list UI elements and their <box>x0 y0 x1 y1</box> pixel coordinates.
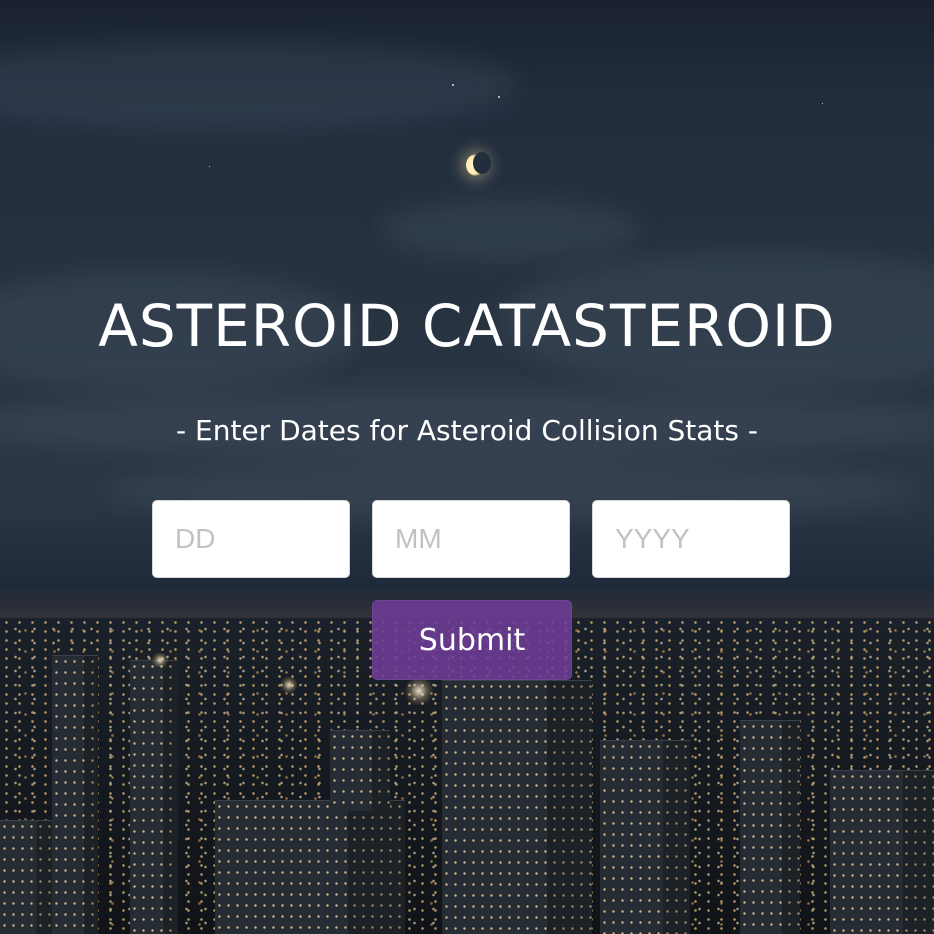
page-subtitle: - Enter Dates for Asteroid Collision Sta… <box>176 414 758 447</box>
day-input[interactable] <box>152 500 350 578</box>
landing-content: ASTEROID CATASTEROID - Enter Dates for A… <box>0 0 934 934</box>
month-input[interactable] <box>372 500 570 578</box>
year-input[interactable] <box>592 500 790 578</box>
submit-button[interactable]: Submit <box>372 600 572 680</box>
page-title: ASTEROID CATASTEROID <box>98 292 836 360</box>
